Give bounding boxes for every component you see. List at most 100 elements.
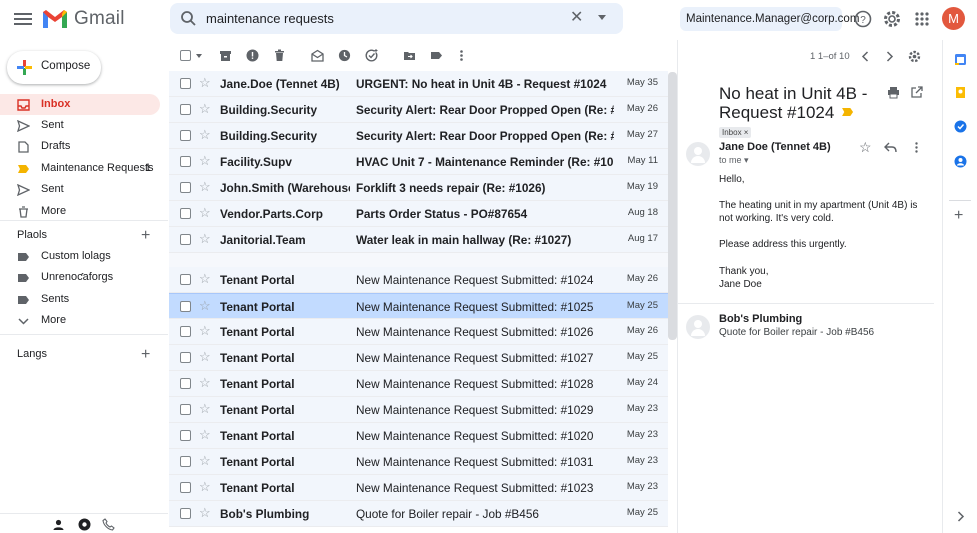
snooze-clock-icon[interactable] xyxy=(338,49,351,62)
message-row[interactable]: ☆ Tenant Portal New Maintenance Request … xyxy=(169,319,668,345)
more-options-icon[interactable] xyxy=(455,49,468,62)
print-icon[interactable] xyxy=(887,86,900,99)
message-row[interactable]: ☆ Building.Security Security Alert: Rear… xyxy=(169,97,668,123)
sidebar-item-inbox[interactable]: Inbox xyxy=(0,94,160,115)
row-checkbox[interactable] xyxy=(180,404,191,415)
sidebar-item-drafts[interactable]: Drafts xyxy=(0,136,160,157)
message-row[interactable]: ☆ Tenant Portal New Maintenance Request … xyxy=(169,423,668,449)
important-marker-icon[interactable] xyxy=(842,108,854,116)
keep-icon[interactable] xyxy=(954,86,967,99)
row-checkbox[interactable] xyxy=(180,352,191,363)
message-row[interactable]: ☆ Building.Security Security Alert: Rear… xyxy=(169,123,668,149)
message-row-selected[interactable]: ☆ Tenant Portal New Maintenance Request … xyxy=(169,293,668,319)
add-label-button[interactable]: + xyxy=(141,228,150,244)
star-icon[interactable]: ☆ xyxy=(199,154,211,168)
pane-settings-gear-icon[interactable] xyxy=(908,50,921,63)
message-row[interactable]: ☆ Tenant Portal New Maintenance Request … xyxy=(169,267,668,293)
move-to-icon[interactable] xyxy=(403,49,416,62)
star-icon[interactable]: ☆ xyxy=(199,76,211,90)
sidebar-item-more[interactable]: More xyxy=(0,201,160,222)
row-checkbox[interactable] xyxy=(180,378,191,389)
inbox-label-chip[interactable]: Inbox × xyxy=(719,127,752,138)
star-icon[interactable]: ☆ xyxy=(199,506,211,520)
message-row[interactable]: ☆ Tenant Portal New Maintenance Request … xyxy=(169,345,668,371)
account-avatar[interactable]: M xyxy=(942,7,965,30)
compose-button[interactable]: Compose xyxy=(7,51,101,84)
row-checkbox[interactable] xyxy=(180,78,191,89)
message-row[interactable]: ☆ Tenant Portal New Maintenance Request … xyxy=(169,475,668,501)
sidebar-item-sent-2[interactable]: Sent xyxy=(0,179,160,200)
row-checkbox[interactable] xyxy=(180,156,191,167)
star-icon[interactable]: ☆ xyxy=(199,102,211,116)
next-chevron-icon[interactable] xyxy=(883,50,896,63)
star-icon[interactable]: ☆ xyxy=(199,128,211,142)
star-icon[interactable]: ☆ xyxy=(199,350,211,364)
message-more-icon[interactable] xyxy=(910,141,923,154)
row-checkbox[interactable] xyxy=(180,430,191,441)
star-icon[interactable]: ☆ xyxy=(199,324,211,338)
row-checkbox[interactable] xyxy=(180,301,191,312)
hangouts-icon[interactable] xyxy=(78,518,91,531)
delete-icon[interactable] xyxy=(273,49,286,62)
row-checkbox[interactable] xyxy=(180,130,191,141)
contacts-icon[interactable] xyxy=(954,155,967,168)
search-bar[interactable]: ✕ xyxy=(170,3,623,34)
labels-icon[interactable] xyxy=(430,49,443,62)
expand-panel-chevron-icon[interactable] xyxy=(954,510,967,523)
select-options-chevron-icon[interactable] xyxy=(196,54,202,58)
message-row[interactable]: ☆ Facility.Supv HVAC Unit 7 - Maintenanc… xyxy=(169,149,668,175)
calendar-icon[interactable] xyxy=(954,53,967,66)
search-icon[interactable] xyxy=(180,10,197,27)
row-checkbox[interactable] xyxy=(180,208,191,219)
row-checkbox[interactable] xyxy=(180,482,191,493)
row-checkbox[interactable] xyxy=(180,234,191,245)
message-row[interactable]: ☆ Jane.Doe (Tennet 4B) URGENT: No heat i… xyxy=(169,71,668,97)
main-menu-icon[interactable] xyxy=(14,10,32,28)
star-icon[interactable]: ☆ xyxy=(199,180,211,194)
archive-icon[interactable] xyxy=(219,49,232,62)
row-checkbox[interactable] xyxy=(180,456,191,467)
message-row[interactable]: ☆ Tenant Portal New Maintenance Request … xyxy=(169,397,668,423)
sidebar-item-sent[interactable]: Sent xyxy=(0,115,160,136)
open-in-new-window-icon[interactable] xyxy=(910,86,923,99)
tasks-icon[interactable] xyxy=(954,120,967,133)
thread-message-sender[interactable]: Bob's Plumbing xyxy=(719,313,802,325)
star-icon[interactable]: ☆ xyxy=(199,480,211,494)
star-icon[interactable]: ☆ xyxy=(199,272,211,286)
search-options-icon[interactable] xyxy=(598,15,606,20)
mark-as-read-icon[interactable] xyxy=(311,49,324,62)
message-row[interactable]: ☆ Janitorial.Team Water leak in main hal… xyxy=(169,227,668,253)
star-icon[interactable]: ☆ xyxy=(199,206,211,220)
search-input[interactable] xyxy=(206,8,566,29)
row-checkbox[interactable] xyxy=(180,508,191,519)
row-checkbox[interactable] xyxy=(180,182,191,193)
get-addons-plus-icon[interactable]: + xyxy=(954,208,963,224)
message-row[interactable]: ☆ Vendor.Parts.Corp Parts Order Status -… xyxy=(169,201,668,227)
sidebar-item-maintenance-requests[interactable]: Maintenance Requests 1 xyxy=(0,158,160,179)
thread-message-snippet[interactable]: Quote for Boiler repair - Job #B456 xyxy=(719,327,874,338)
star-icon[interactable]: ☆ xyxy=(859,139,872,156)
gmail-logo-icon[interactable] xyxy=(42,9,68,29)
reply-icon[interactable] xyxy=(884,141,897,154)
message-row[interactable]: ☆ John.Smith (Warehouse) Forklift 3 need… xyxy=(169,175,668,201)
list-scrollbar[interactable] xyxy=(668,72,677,340)
message-row[interactable]: ☆ Tenant Portal New Maintenance Request … xyxy=(169,449,668,475)
add-to-tasks-icon[interactable] xyxy=(365,49,378,62)
row-checkbox[interactable] xyxy=(180,326,191,337)
phone-icon[interactable] xyxy=(102,518,115,531)
account-email[interactable]: Maintenance.Manager@corp.com xyxy=(680,7,859,31)
apps-grid-icon[interactable] xyxy=(912,9,932,29)
previous-chevron-icon[interactable] xyxy=(859,50,872,63)
email-from[interactable]: Jane Doe (Tennet 4B) xyxy=(719,141,831,153)
contacts-icon[interactable] xyxy=(52,518,65,531)
message-row[interactable]: ☆ Bob's Plumbing Quote for Boiler repair… xyxy=(169,501,668,527)
sidebar-label-unreno[interactable]: Unrenoƈaforgs xyxy=(0,267,160,288)
settings-gear-icon[interactable] xyxy=(882,9,902,29)
star-icon[interactable]: ☆ xyxy=(199,376,211,390)
star-icon[interactable]: ☆ xyxy=(199,402,211,416)
clear-search-icon[interactable]: ✕ xyxy=(570,9,583,27)
report-spam-icon[interactable] xyxy=(246,49,259,62)
help-icon[interactable]: ? xyxy=(853,9,873,29)
row-checkbox[interactable] xyxy=(180,274,191,285)
star-icon[interactable]: ☆ xyxy=(199,232,211,246)
